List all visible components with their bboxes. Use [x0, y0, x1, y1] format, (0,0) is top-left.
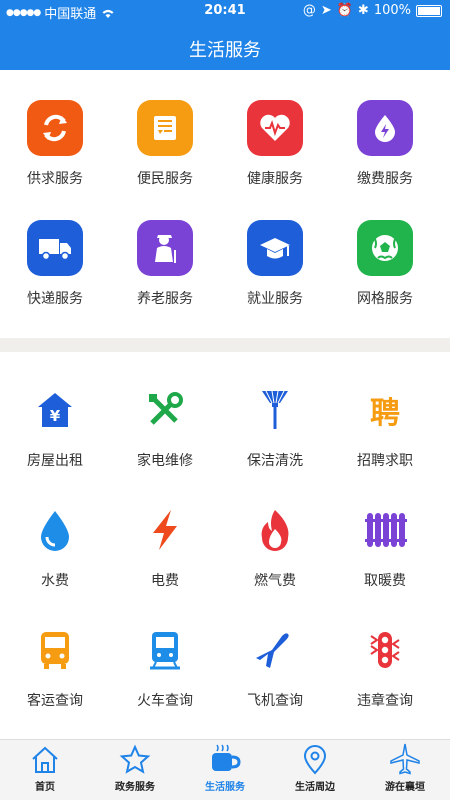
traffic-light-icon [357, 622, 413, 678]
battery-label: 100% [373, 3, 411, 18]
service-item[interactable]: 便民服务 [110, 70, 220, 190]
service-label: 水费 [41, 573, 69, 589]
utility-services-panel: ¥ 房屋出租 家电维修 保洁清洗 聘招聘求职水费 电费 燃气费 取暖费客运查询 火车查询 飞机查询… [0, 352, 450, 740]
service-item[interactable]: 家电维修 [110, 352, 220, 472]
water-icon [27, 502, 83, 558]
service-label: 取暖费 [364, 573, 406, 589]
service-item[interactable]: ¥ 房屋出租 [0, 352, 110, 472]
service-item[interactable]: 火车查询 [110, 592, 220, 712]
service-label: 快递服务 [27, 291, 83, 307]
service-label: 缴费服务 [357, 171, 413, 187]
service-label: 火车查询 [137, 693, 193, 709]
bus-icon [27, 622, 83, 678]
service-label: 违章查询 [357, 693, 413, 709]
tab-label: 政务服务 [115, 782, 155, 793]
truck-icon [27, 220, 83, 276]
plane-icon [247, 622, 303, 678]
broom-icon [247, 382, 303, 438]
bluetooth-icon: ✱ [357, 3, 369, 18]
plane-icon [360, 740, 450, 776]
tab-item[interactable]: 游在襄垣 [360, 740, 450, 800]
heater-icon [357, 502, 413, 558]
service-item[interactable]: 供求服务 [0, 70, 110, 190]
tools-icon [137, 382, 193, 438]
ball-icon [357, 220, 413, 276]
service-label: 电费 [151, 573, 179, 589]
service-item[interactable]: 快递服务 [0, 190, 110, 310]
service-item[interactable]: 健康服务 [220, 70, 330, 190]
card-icon [137, 100, 193, 156]
service-label: 飞机查询 [247, 693, 303, 709]
service-item[interactable]: 取暖费 [330, 472, 440, 592]
service-label: 就业服务 [247, 291, 303, 307]
elderly-icon [137, 220, 193, 276]
header-bar: ●●●●● 中国联通 20:41 @ ➤ ⏰ ✱ 100% 生活服务 [0, 0, 450, 70]
service-item[interactable]: 聘招聘求职 [330, 352, 440, 472]
location-icon [270, 740, 360, 776]
house-icon: ¥ [27, 382, 83, 438]
tab-bar: 首页 政务服务 生活服务 生活周边 游在襄垣 [0, 739, 450, 800]
service-label: 客运查询 [27, 693, 83, 709]
at-icon: @ [302, 3, 316, 18]
tab-label: 游在襄垣 [385, 782, 425, 793]
service-item[interactable]: 飞机查询 [220, 592, 330, 712]
page-title: 生活服务 [189, 40, 261, 61]
flame-icon [247, 502, 303, 558]
home-icon [0, 740, 90, 776]
service-item[interactable]: 网格服务 [330, 190, 440, 310]
health-icon [247, 100, 303, 156]
service-item[interactable]: 缴费服务 [330, 70, 440, 190]
service-item[interactable]: 违章查询 [330, 592, 440, 712]
tab-label: 生活服务 [205, 782, 245, 793]
alarm-icon: ⏰ [336, 3, 353, 18]
service-label: 供求服务 [27, 171, 83, 187]
service-item[interactable]: 燃气费 [220, 472, 330, 592]
recruit-icon: 聘 [370, 396, 400, 431]
service-item[interactable]: 水费 [0, 472, 110, 592]
service-label: 便民服务 [137, 171, 193, 187]
star-icon [90, 740, 180, 776]
service-item[interactable]: 就业服务 [220, 190, 330, 310]
service-label: 燃气费 [254, 573, 296, 589]
service-label: 招聘求职 [357, 453, 413, 469]
train-icon [137, 622, 193, 678]
lightning-icon [137, 502, 193, 558]
location-arrow-icon: ➤ [320, 3, 332, 18]
payment-icon [357, 100, 413, 156]
service-label: 房屋出租 [27, 453, 83, 469]
battery-icon [416, 4, 442, 17]
service-label: 健康服务 [247, 171, 303, 187]
tab-item[interactable]: 生活周边 [270, 740, 360, 800]
service-label: 养老服务 [137, 291, 193, 307]
life-services-panel: 供求服务 便民服务 健康服务 缴费服务快递服务 养老服务 就业服务 网格服务 [0, 70, 450, 338]
service-label: 家电维修 [137, 453, 193, 469]
tab-label: 首页 [35, 782, 55, 793]
cup-icon [180, 740, 270, 776]
exchange-icon [27, 100, 83, 156]
service-item[interactable]: 电费 [110, 472, 220, 592]
service-label: 网格服务 [357, 291, 413, 307]
service-item[interactable]: 保洁清洗 [220, 352, 330, 472]
service-item[interactable]: 养老服务 [110, 190, 220, 310]
tab-item[interactable]: 首页 [0, 740, 90, 800]
tab-label: 生活周边 [295, 782, 335, 793]
tab-item[interactable]: 生活服务 [180, 740, 270, 800]
service-item[interactable]: 客运查询 [0, 592, 110, 712]
svg-text:¥: ¥ [50, 407, 61, 425]
status-bar: ●●●●● 中国联通 20:41 @ ➤ ⏰ ✱ 100% [0, 0, 450, 22]
tab-item[interactable]: 政务服务 [90, 740, 180, 800]
graduation-icon [247, 220, 303, 276]
service-label: 保洁清洗 [247, 453, 303, 469]
